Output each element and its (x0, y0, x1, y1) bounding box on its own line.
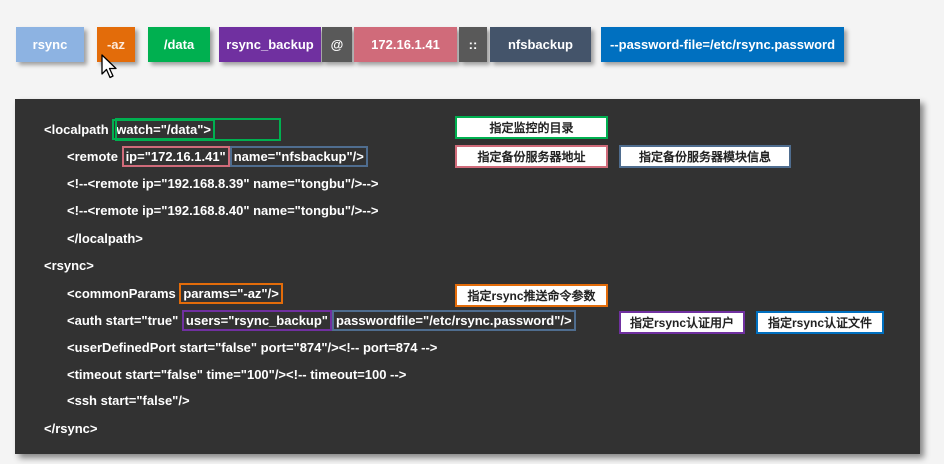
timeout-line: <timeout start="false" time="100"/><!-- … (67, 367, 407, 382)
annotation-backup-module-info: 指定备份服务器模块信息 (619, 145, 791, 168)
annotation-push-params: 指定rsync推送命令参数 (455, 284, 608, 307)
mouse-cursor-icon (101, 54, 117, 79)
cmd-part-ip: 172.16.1.41 (354, 27, 457, 62)
auth-line: <auth start="true" users="rsync_backup" p… (67, 310, 576, 331)
annotation-backup-server-addr: 指定备份服务器地址 (455, 145, 608, 168)
remote-ip-highlight: ip="172.16.1.41" (121, 146, 230, 167)
common-params-line: <commonParams params="-az"/> (67, 283, 283, 304)
annotation-auth-file: 指定rsync认证文件 (756, 311, 884, 334)
params-attr-highlight: params="-az"/> (179, 283, 283, 304)
ssh-line: <ssh start="false"/> (67, 393, 190, 408)
rsync-open-line: <rsync> (44, 258, 94, 273)
common-params-prefix: <commonParams (67, 286, 180, 301)
remote-line: <remote ip="172.16.1.41" name="nfsbackup"… (67, 146, 368, 167)
remote-name-highlight: name="nfsbackup"/> (229, 146, 368, 167)
auth-prefix: <auth start="true" (67, 313, 182, 328)
cmd-part-data: /data (148, 27, 210, 62)
comment-remote-line-1: <!--<remote ip="192.168.8.39" name="tong… (67, 176, 379, 191)
config-code-panel: <localpath watch="/data"> <remote ip="17… (15, 99, 920, 454)
cmd-part-colons: :: (459, 27, 487, 62)
cmd-part-rsync: rsync (16, 27, 84, 62)
cmd-part-password-file: --password-file=/etc/rsync.password (601, 27, 844, 62)
cmd-part-module: nfsbackup (490, 27, 591, 62)
annotation-auth-user: 指定rsync认证用户 (619, 311, 745, 334)
watch-extended-frame (115, 118, 281, 141)
comment-remote-line-2: <!--<remote ip="192.168.8.40" name="tong… (67, 203, 379, 218)
user-defined-port-line: <userDefinedPort start="false" port="874… (67, 340, 438, 355)
localpath-close-line: </localpath> (67, 231, 143, 246)
cmd-part-user: rsync_backup (219, 27, 321, 62)
users-attr-highlight: users="rsync_backup" (181, 310, 332, 331)
localpath-open-prefix: <localpath (44, 122, 113, 137)
cmd-part-at: @ (322, 27, 352, 62)
passwordfile-attr-highlight: passwordfile="/etc/rsync.password"/> (331, 310, 576, 331)
remote-prefix: <remote (67, 149, 122, 164)
annotation-watch-dir: 指定监控的目录 (455, 116, 608, 139)
rsync-close-line: </rsync> (44, 421, 98, 436)
